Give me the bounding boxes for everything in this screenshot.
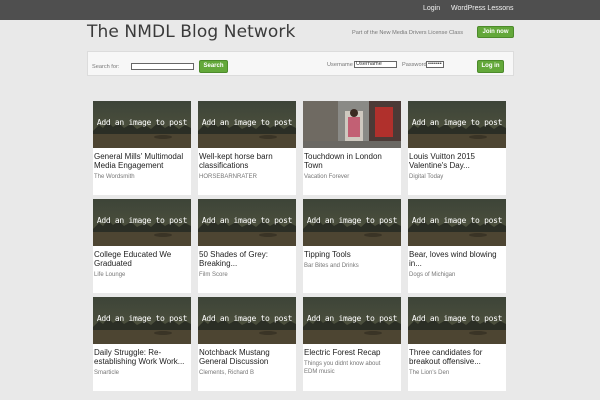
post-thumbnail[interactable]: Add an image to post: [198, 297, 296, 344]
post-card[interactable]: Add an image to post Well-kept horse barn…: [198, 101, 296, 195]
post-source-blog[interactable]: Dogs of Michigan: [409, 271, 499, 279]
post-source-blog[interactable]: The Wordsmith: [94, 173, 184, 181]
post-source-blog[interactable]: The Lion's Den: [409, 369, 499, 377]
post-source-blog[interactable]: Digital Today: [409, 173, 499, 181]
post-title[interactable]: Well-kept horse barn classifications: [199, 152, 295, 170]
site-title[interactable]: The NMDL Blog Network: [87, 22, 295, 42]
top-bar: Login WordPress Lessons: [0, 0, 600, 20]
post-source-blog[interactable]: Things you didnt know about EDM music: [304, 360, 394, 376]
wordpress-lessons-link[interactable]: WordPress Lessons: [451, 5, 514, 12]
post-thumbnail[interactable]: Add an image to post: [408, 199, 506, 246]
post-thumbnail[interactable]: Add an image to post: [303, 199, 401, 246]
placeholder-text: Add an image to post: [306, 314, 398, 323]
post-card[interactable]: Add an image to post Daily Struggle: Re-e…: [93, 297, 191, 391]
placeholder-text: Add an image to post: [201, 118, 293, 127]
username-field[interactable]: Username: [354, 61, 397, 68]
search-label: Search for:: [92, 64, 120, 70]
post-source-blog[interactable]: Clements, Richard B: [199, 369, 289, 377]
search-button[interactable]: Search: [199, 60, 228, 73]
post-card[interactable]: Touchdown in London Town Vacation Forever: [303, 101, 401, 195]
post-card[interactable]: Add an image to post Notchback Mustang Ge…: [198, 297, 296, 391]
username-label: Username: [327, 62, 353, 68]
login-button[interactable]: Log in: [477, 60, 504, 73]
post-title[interactable]: Tipping Tools: [304, 250, 400, 259]
post-title[interactable]: 50 Shades of Grey: Breaking...: [199, 250, 295, 268]
post-title[interactable]: Daily Struggle: Re-establishing Work Wor…: [94, 348, 190, 366]
post-source-blog[interactable]: Vacation Forever: [304, 173, 394, 181]
post-card[interactable]: Add an image to post Electric Forest Reca…: [303, 297, 401, 391]
post-card[interactable]: Add an image to post College Educated We …: [93, 199, 191, 293]
post-thumbnail[interactable]: [303, 101, 401, 148]
post-source-blog[interactable]: Bar Bites and Drinks: [304, 262, 394, 270]
post-card[interactable]: Add an image to post 50 Shades of Grey: B…: [198, 199, 296, 293]
password-label: Password: [402, 62, 427, 68]
post-title[interactable]: Three candidates for breakout offensive.…: [409, 348, 505, 366]
placeholder-text: Add an image to post: [201, 314, 293, 323]
post-card[interactable]: Add an image to post Three candidates for…: [408, 297, 506, 391]
post-thumbnail[interactable]: Add an image to post: [303, 297, 401, 344]
post-source-blog[interactable]: Smarticle: [94, 369, 184, 377]
post-card[interactable]: Add an image to post General Mills' Multi…: [93, 101, 191, 195]
post-title[interactable]: Notchback Mustang General Discussion: [199, 348, 295, 366]
post-thumbnail[interactable]: Add an image to post: [198, 199, 296, 246]
part-of-text: Part of the New Media Drivers License Cl…: [352, 30, 463, 36]
post-thumbnail[interactable]: Add an image to post: [93, 297, 191, 344]
post-thumbnail[interactable]: Add an image to post: [408, 297, 506, 344]
placeholder-text: Add an image to post: [96, 216, 188, 225]
join-now-button[interactable]: Join now: [477, 26, 514, 38]
post-thumbnail[interactable]: Add an image to post: [198, 101, 296, 148]
post-card[interactable]: Add an image to post Tipping Tools Bar Bit…: [303, 199, 401, 293]
post-source-blog[interactable]: Life Lounge: [94, 271, 184, 279]
password-field[interactable]: •••••••: [426, 61, 444, 68]
post-card[interactable]: Add an image to post Louis Vuitton 2015 V…: [408, 101, 506, 195]
post-source-blog[interactable]: Film Score: [199, 271, 289, 279]
post-title[interactable]: College Educated We Graduated: [94, 250, 190, 268]
login-link[interactable]: Login: [423, 5, 440, 12]
post-title[interactable]: Touchdown in London Town: [304, 152, 400, 170]
placeholder-text: Add an image to post: [96, 314, 188, 323]
post-card[interactable]: Add an image to post Bear, loves wind blo…: [408, 199, 506, 293]
post-title[interactable]: Electric Forest Recap: [304, 348, 400, 357]
post-title[interactable]: General Mills' Multimodal Media Engageme…: [94, 152, 190, 170]
post-source-blog[interactable]: HORSEBARNRATER: [199, 173, 289, 181]
placeholder-text: Add an image to post: [306, 216, 398, 225]
placeholder-text: Add an image to post: [411, 216, 503, 225]
placeholder-text: Add an image to post: [411, 314, 503, 323]
post-thumbnail[interactable]: Add an image to post: [93, 101, 191, 148]
placeholder-text: Add an image to post: [201, 216, 293, 225]
post-thumbnail[interactable]: Add an image to post: [93, 199, 191, 246]
placeholder-text: Add an image to post: [411, 118, 503, 127]
post-title[interactable]: Bear, loves wind blowing in...: [409, 250, 505, 268]
search-input[interactable]: [131, 63, 194, 70]
search-login-bar: Search for: Search Username Username Pas…: [87, 51, 514, 76]
post-title[interactable]: Louis Vuitton 2015 Valentine's Day...: [409, 152, 505, 170]
post-thumbnail[interactable]: Add an image to post: [408, 101, 506, 148]
placeholder-text: Add an image to post: [96, 118, 188, 127]
